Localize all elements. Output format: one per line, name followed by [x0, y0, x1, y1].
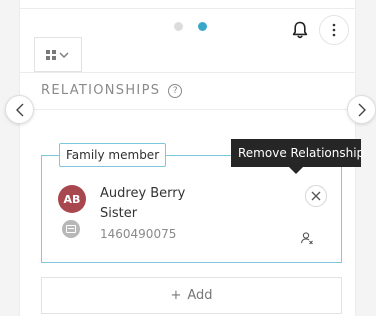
person-id-number: 1460490075 [100, 227, 177, 241]
plus-icon: + [170, 288, 182, 303]
add-relationship-button[interactable]: + Add [41, 277, 342, 314]
close-icon [311, 191, 321, 201]
vertical-dots-icon [332, 23, 336, 37]
id-card-icon [62, 220, 80, 238]
person-name[interactable]: Audrey Berry [100, 186, 185, 201]
page-dot-2-active[interactable] [198, 22, 207, 31]
page-dot-1[interactable] [174, 22, 183, 31]
relationship-label: Sister [100, 206, 138, 221]
relationship-type-tag: Family member [59, 143, 167, 167]
remove-relationship-tooltip: Remove Relationship [231, 139, 364, 167]
divider [20, 72, 355, 73]
help-icon[interactable]: ? [168, 83, 183, 98]
person-link-icon[interactable] [300, 231, 314, 245]
avatar: AB [58, 185, 86, 213]
section-header: RELATIONSHIPS ? [41, 83, 183, 98]
chevron-left-icon [15, 103, 23, 116]
more-options-button[interactable] [319, 15, 349, 45]
add-label: Add [187, 288, 213, 303]
next-arrow-button[interactable] [347, 95, 376, 124]
divider [20, 109, 355, 110]
section-title: RELATIONSHIPS [41, 83, 161, 98]
chevron-right-icon [358, 103, 366, 116]
previous-arrow-button[interactable] [5, 95, 34, 124]
bell-icon[interactable] [291, 20, 309, 40]
remove-relationship-button[interactable] [305, 185, 327, 207]
divider [20, 8, 355, 9]
view-toggle-button[interactable] [34, 37, 82, 72]
tooltip-arrow [289, 167, 303, 174]
grid-view-icon [46, 49, 69, 60]
